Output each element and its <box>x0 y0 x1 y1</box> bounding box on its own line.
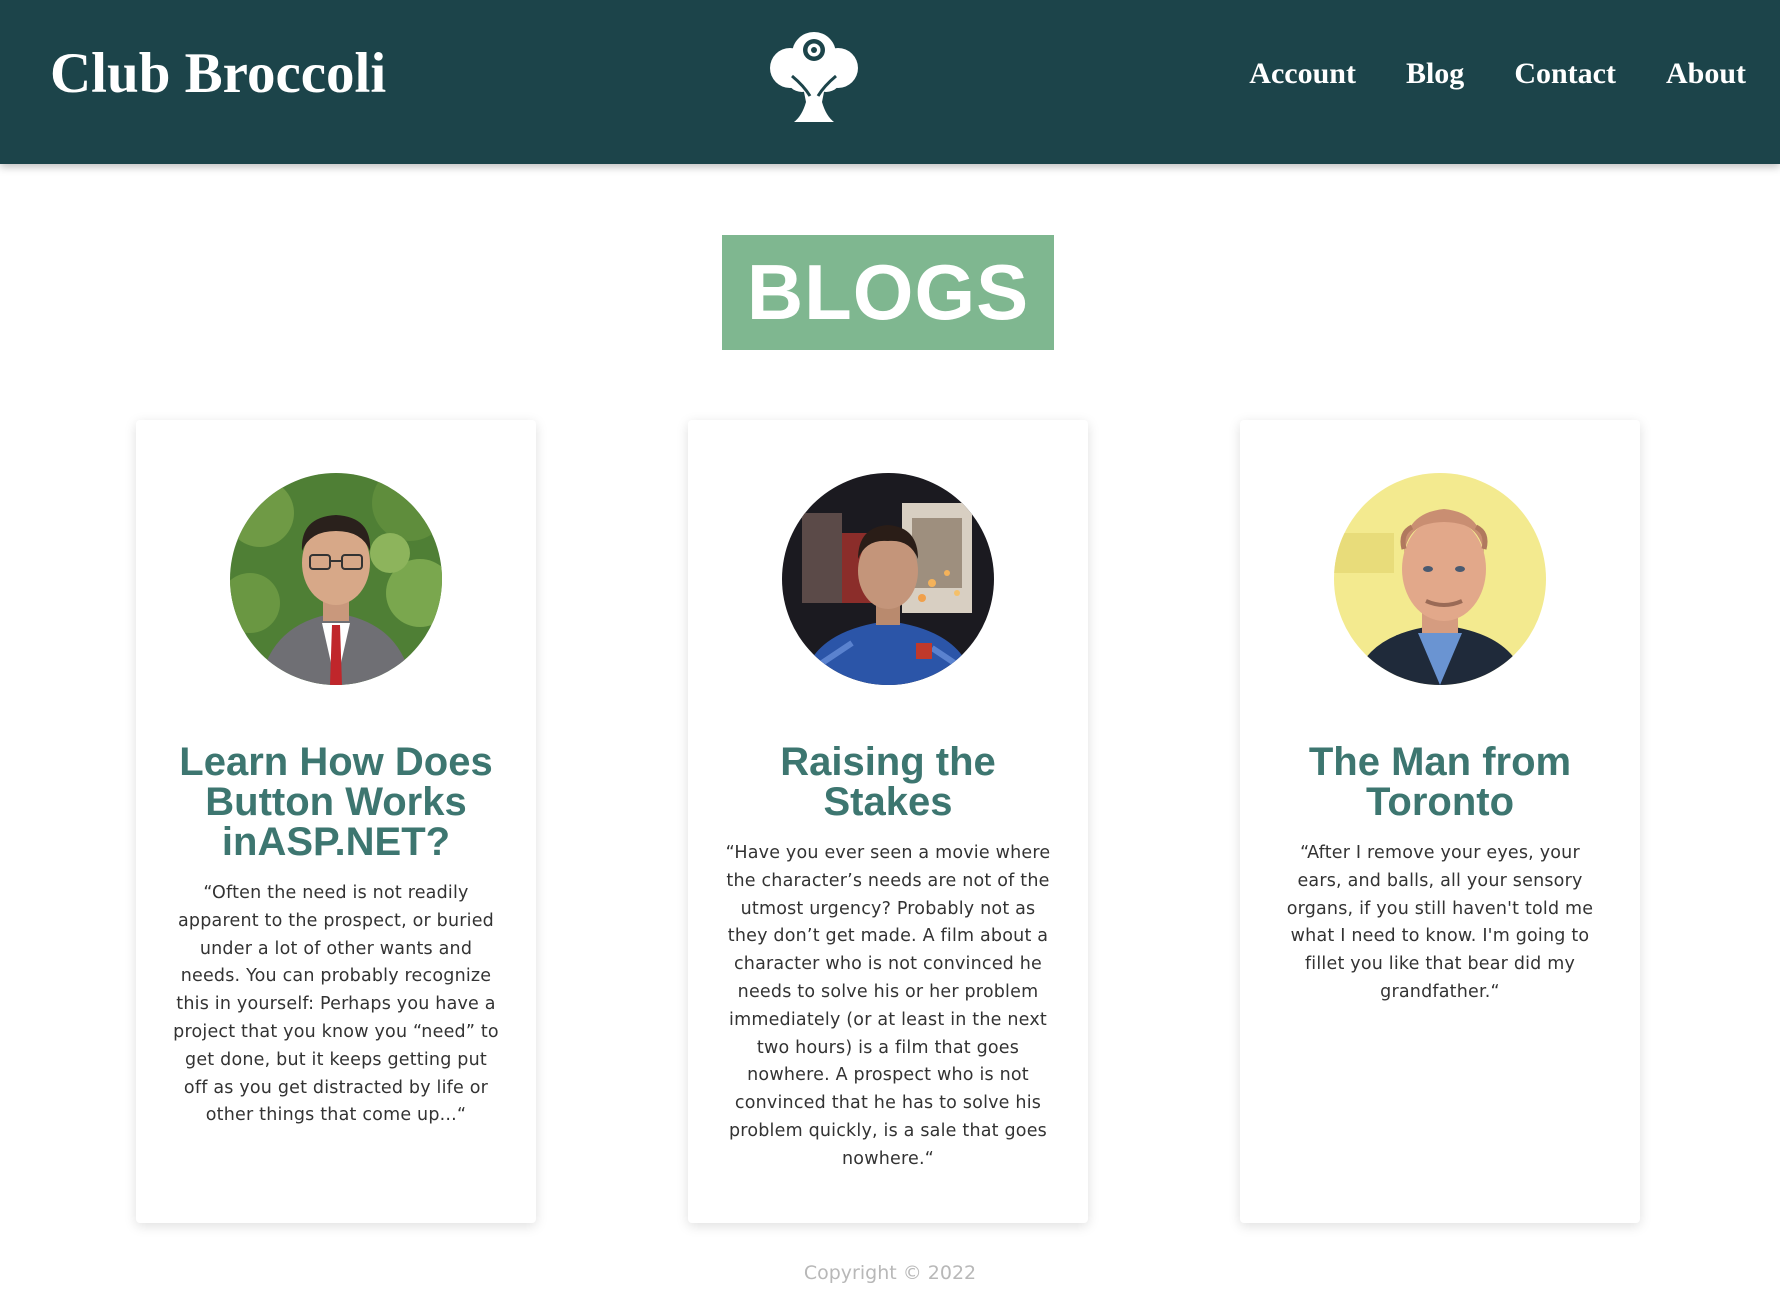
blog-card-excerpt: “Often the need is not readily apparent … <box>173 883 499 1126</box>
blog-card-title[interactable]: Learn How Does Button Works inASP.NET? <box>166 742 506 862</box>
blog-card-title[interactable]: The Man from Toronto <box>1270 742 1610 822</box>
author-avatar <box>1334 473 1546 685</box>
author-avatar <box>782 473 994 685</box>
nav-contact-link[interactable]: Contact <box>1514 52 1616 96</box>
blog-card[interactable]: The Man from Toronto “After I remove you… <box>1240 420 1640 1223</box>
blog-card-excerpt: “Have you ever seen a movie where the ch… <box>725 843 1051 1169</box>
page-title: BLOGS <box>746 248 1030 336</box>
nav-account-link[interactable]: Account <box>1249 52 1356 96</box>
brand-link[interactable]: Club Broccoli <box>50 38 386 110</box>
broccoli-icon[interactable] <box>764 30 864 126</box>
blog-card[interactable]: Learn How Does Button Works inASP.NET? “… <box>136 420 536 1223</box>
site-header: Club Broccoli Account Blog Contact About <box>0 0 1780 164</box>
author-avatar <box>230 473 442 685</box>
blog-card-excerpt: “After I remove your eyes, your ears, an… <box>1286 843 1594 1002</box>
copyright-text: Copyright © 2022 <box>803 1262 977 1284</box>
blog-card[interactable]: Raising the Stakes “Have you ever seen a… <box>688 420 1088 1223</box>
main-nav: Account Blog Contact About <box>1249 52 1746 96</box>
nav-blog-link[interactable]: Blog <box>1406 52 1464 96</box>
nav-about-link[interactable]: About <box>1666 52 1746 96</box>
blog-card-title[interactable]: Raising the Stakes <box>718 742 1058 822</box>
page-title-banner: BLOGS <box>722 235 1054 350</box>
